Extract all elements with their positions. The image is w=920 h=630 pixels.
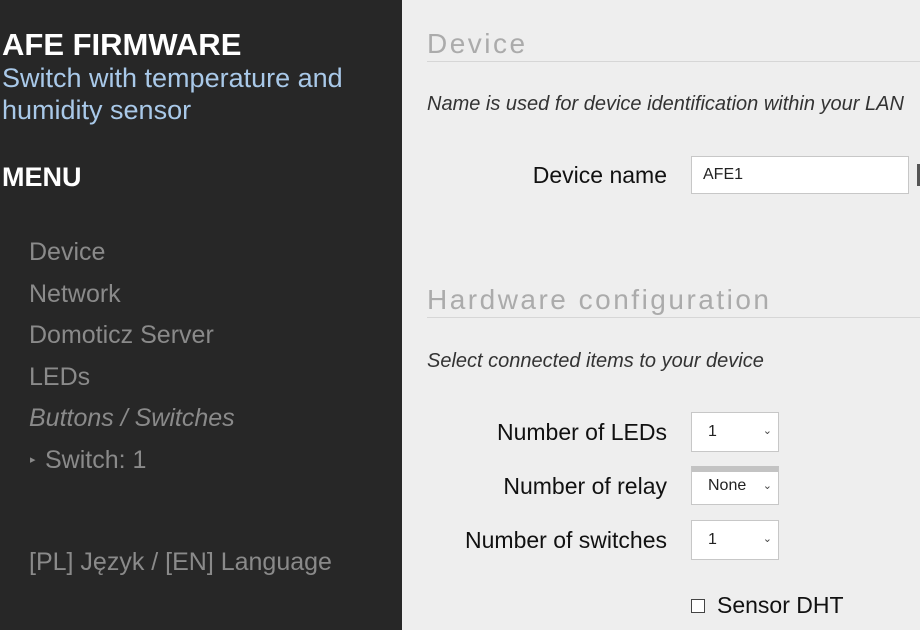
menu-item-domoticz-server[interactable]: Domoticz Server bbox=[29, 315, 235, 357]
sensor-dht-label[interactable]: Sensor DHT bbox=[717, 592, 844, 619]
menu-item-leds[interactable]: LEDs bbox=[29, 357, 235, 399]
menu-list: Device Network Domoticz Server LEDs Butt… bbox=[29, 232, 235, 481]
number-of-leds-select[interactable]: 1 ⌄ bbox=[691, 412, 779, 452]
menu-group-buttons-switches: Buttons / Switches bbox=[29, 404, 235, 432]
device-section-description: Name is used for device identification w… bbox=[427, 93, 904, 115]
number-of-leds-label: Number of LEDs bbox=[496, 419, 667, 445]
hardware-section-description: Select connected items to your device bbox=[427, 350, 764, 372]
number-of-switches-value: 1 bbox=[708, 531, 717, 548]
device-section-title: Device bbox=[427, 28, 920, 62]
device-name-input[interactable] bbox=[691, 156, 909, 194]
number-of-switches-label: Number of switches bbox=[465, 527, 667, 553]
hardware-section-title: Hardware configuration bbox=[427, 284, 920, 318]
chevron-down-icon: ⌄ bbox=[762, 533, 772, 545]
menu-item-switch-1[interactable]: ▸ Switch: 1 bbox=[29, 440, 235, 482]
menu-item-device[interactable]: Device bbox=[29, 232, 235, 274]
sidebar: AFE FIRMWARE Switch with temperature and… bbox=[0, 0, 402, 630]
main-content: Device Name is used for device identific… bbox=[402, 0, 920, 630]
number-of-relay-value: None bbox=[708, 477, 747, 494]
chevron-down-icon: ⌄ bbox=[762, 480, 772, 492]
number-of-switches-select[interactable]: 1 ⌄ bbox=[691, 520, 779, 560]
chevron-down-icon: ⌄ bbox=[762, 425, 772, 437]
menu-item-switch-1-label: Switch: 1 bbox=[45, 445, 147, 474]
number-of-relay-label: Number of relay bbox=[503, 473, 667, 499]
language-link[interactable]: [PL] Język / [EN] Language bbox=[29, 548, 332, 577]
menu-heading: MENU bbox=[2, 162, 82, 192]
triangle-right-icon: ▸ bbox=[30, 453, 36, 466]
app-title: AFE FIRMWARE bbox=[2, 27, 242, 62]
app-subtitle: Switch with temperature and humidity sen… bbox=[2, 63, 343, 125]
number-of-relay-select[interactable]: None ⌄ bbox=[691, 466, 779, 505]
device-name-label: Device name bbox=[532, 162, 667, 188]
sensor-dht-checkbox[interactable] bbox=[691, 599, 705, 613]
menu-item-network[interactable]: Network bbox=[29, 274, 235, 316]
number-of-leds-value: 1 bbox=[708, 423, 717, 440]
